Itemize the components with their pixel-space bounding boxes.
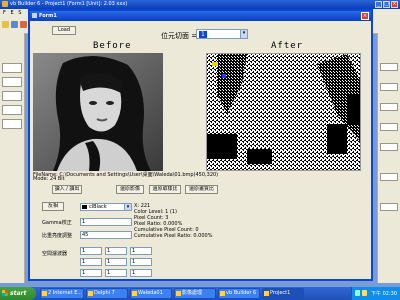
form-title: Form1 bbox=[39, 13, 57, 19]
taskbar-item-active[interactable]: Project1 bbox=[262, 288, 304, 299]
chevron-down-icon[interactable]: ▾ bbox=[124, 204, 131, 210]
filter-cell[interactable]: 1 bbox=[80, 247, 102, 255]
object-inspector-panel bbox=[0, 33, 25, 283]
start-label: start bbox=[10, 290, 27, 297]
taskbar-item[interactable]: vb Builder 6 bbox=[218, 288, 260, 299]
menu-item[interactable]: F bbox=[3, 9, 6, 17]
invert-button[interactable]: 反相 bbox=[42, 202, 64, 211]
before-heading: Before bbox=[93, 41, 132, 51]
color-select[interactable]: clBlack ▾ bbox=[80, 203, 132, 211]
inspector-field[interactable] bbox=[2, 63, 22, 73]
after-heading: After bbox=[271, 41, 304, 51]
bitplane-label: 位元切面 = bbox=[161, 32, 198, 40]
restore-sampling-button[interactable]: 還原取樣比 bbox=[149, 185, 181, 194]
palette-item[interactable] bbox=[380, 63, 398, 71]
builder-icon bbox=[220, 291, 225, 296]
form1-window: Form1 × Load Before 位元切面 = 1 ▾ After Fil… bbox=[28, 9, 373, 281]
filter-cell[interactable]: 1 bbox=[105, 247, 127, 255]
start-button[interactable]: start bbox=[0, 287, 36, 300]
form-icon bbox=[264, 291, 269, 296]
folder-icon bbox=[132, 291, 137, 296]
filter-cell[interactable]: 1 bbox=[80, 258, 102, 266]
filter-cell[interactable]: 1 bbox=[105, 258, 127, 266]
filter-cell[interactable]: 1 bbox=[130, 269, 152, 277]
inspector-field[interactable] bbox=[2, 77, 22, 87]
taskbar-item[interactable]: 影像處理 bbox=[174, 288, 216, 299]
filter-cell[interactable]: 1 bbox=[105, 269, 127, 277]
ie-icon bbox=[42, 291, 47, 296]
system-tray: 下午 02:30 bbox=[351, 287, 400, 300]
ide-title: vb Builder 6 - Project1 (Form1 [Unit]: 2… bbox=[10, 1, 128, 7]
open-icon[interactable] bbox=[11, 21, 18, 28]
stat-cum-ratio: Cumulative Pixel Ratio: 0.000% bbox=[134, 233, 213, 239]
taskbar-item[interactable]: 2 Internet E... bbox=[40, 288, 84, 299]
taskbar: start 2 Internet E... Delphi 7 Waleda01 … bbox=[0, 287, 400, 300]
filter-cell[interactable]: 1 bbox=[130, 247, 152, 255]
app-icon bbox=[2, 1, 8, 7]
gamma-input[interactable]: 1 bbox=[80, 218, 132, 226]
new-file-icon[interactable] bbox=[2, 21, 9, 28]
form-close-icon[interactable]: × bbox=[361, 12, 369, 20]
palette-item[interactable] bbox=[380, 83, 398, 91]
windows-logo-icon bbox=[2, 290, 8, 296]
inspector-field[interactable] bbox=[2, 105, 22, 115]
component-palette-panel bbox=[377, 33, 400, 283]
color-swatch bbox=[82, 205, 87, 209]
filter-cell[interactable]: 1 bbox=[130, 258, 152, 266]
clock: 下午 02:30 bbox=[371, 291, 397, 297]
bitplane-value: 1 bbox=[199, 31, 207, 38]
inspector-field[interactable] bbox=[2, 119, 22, 129]
maximize-icon[interactable]: □ bbox=[383, 1, 390, 8]
save-icon[interactable] bbox=[20, 21, 27, 28]
ide-titlebar: vb Builder 6 - Project1 (Form1 [Unit]: 2… bbox=[0, 0, 400, 9]
form-icon bbox=[32, 13, 37, 18]
restore-quality-button[interactable]: 還原畫質比 bbox=[185, 185, 218, 194]
image-icon bbox=[176, 291, 181, 296]
app-icon bbox=[88, 291, 93, 296]
mode-info: Mode: 24 Bit bbox=[33, 176, 65, 182]
palette-item[interactable] bbox=[380, 103, 398, 111]
pixel-stats: X: 221 Color Level: 1 (1) Pixel Count: 3… bbox=[134, 203, 212, 239]
chevron-down-icon[interactable]: ▾ bbox=[240, 30, 247, 38]
load-button[interactable]: Load bbox=[52, 26, 76, 35]
spatial-filter-label: 空間濾波器 bbox=[42, 251, 68, 257]
taskbar-item[interactable]: Waleda01 bbox=[130, 288, 172, 299]
restore-image-button[interactable]: 還原影像 bbox=[116, 185, 144, 194]
contrast-input[interactable]: 45 bbox=[80, 231, 132, 239]
inspector-field[interactable] bbox=[2, 91, 22, 101]
bitplane-select[interactable]: 1 ▾ bbox=[196, 29, 248, 39]
form1-titlebar: Form1 × bbox=[30, 11, 371, 21]
color-select-value: clBlack bbox=[89, 204, 107, 210]
before-image bbox=[33, 53, 163, 171]
close-icon[interactable]: × bbox=[391, 1, 398, 8]
gamma-label: Gamma校正 bbox=[42, 220, 72, 226]
filter-cell[interactable]: 1 bbox=[80, 269, 102, 277]
palette-item[interactable] bbox=[380, 173, 398, 181]
after-bitplane-image bbox=[206, 53, 361, 171]
read-write-button[interactable]: 讀入 / 讀出 bbox=[52, 185, 82, 194]
menu-item[interactable]: E bbox=[10, 9, 13, 17]
menu-item[interactable]: S bbox=[18, 9, 21, 17]
palette-item[interactable] bbox=[380, 123, 398, 131]
ide-window-controls: _ □ × bbox=[375, 1, 398, 8]
palette-item[interactable] bbox=[380, 143, 398, 151]
contrast-label: 比重亮度調整 bbox=[42, 233, 73, 239]
palette-item[interactable] bbox=[380, 203, 398, 211]
taskbar-item[interactable]: Delphi 7 bbox=[86, 288, 128, 299]
minimize-icon[interactable]: _ bbox=[375, 1, 382, 8]
